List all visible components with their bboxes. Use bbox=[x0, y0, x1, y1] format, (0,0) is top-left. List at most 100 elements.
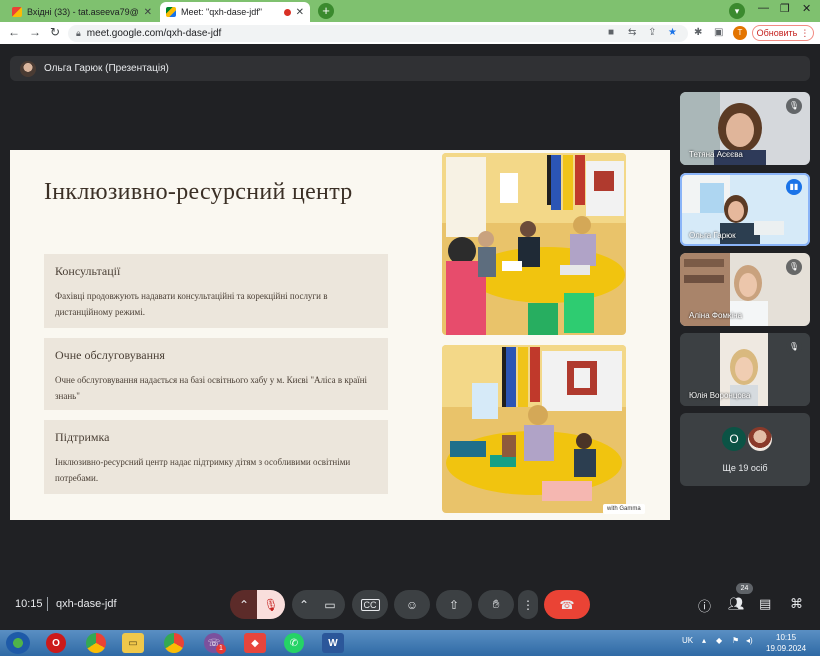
classroom-photo-1 bbox=[442, 153, 626, 335]
card-consultations: Консультації Фахівці продовжують надават… bbox=[44, 254, 388, 328]
video-options-button[interactable]: ⌃ bbox=[292, 590, 316, 619]
participant-tile[interactable]: 🎙︎ Тетяна Асєєва bbox=[680, 92, 810, 165]
camera-icon: ▭ bbox=[324, 597, 336, 612]
participant-name: Ольга Гарюк bbox=[689, 231, 736, 240]
share-icon[interactable]: ⇪ bbox=[648, 27, 656, 38]
mic-off-icon: 🎙︎ bbox=[786, 259, 802, 275]
maximize-icon[interactable]: ❐ bbox=[780, 2, 790, 15]
update-button[interactable]: Обновить ⋮ bbox=[752, 25, 814, 41]
more-options-button[interactable]: ⋮ bbox=[518, 590, 538, 619]
close-window-icon[interactable]: ✕ bbox=[802, 2, 811, 15]
close-tab-icon[interactable]: ✕ bbox=[144, 7, 152, 18]
tab-gmail[interactable]: Вхідні (33) - tat.aseeva79@gmail... ✕ bbox=[6, 2, 158, 22]
chevron-up-icon: ⌃ bbox=[238, 597, 250, 612]
browser-tab-strip: Вхідні (33) - tat.aseeva79@gmail... ✕ Me… bbox=[0, 0, 820, 22]
card-in-person: Очне обслуговування Очне обслуговування … bbox=[44, 338, 388, 410]
captions-button[interactable]: CC bbox=[352, 590, 388, 619]
chrome-icon[interactable] bbox=[164, 633, 184, 653]
participant-tile[interactable]: 🎙︎ Юлія Воронцова bbox=[680, 333, 810, 406]
card-heading: Підтримка bbox=[55, 430, 110, 444]
network-icon[interactable]: ◆ bbox=[716, 636, 722, 645]
close-tab-icon[interactable]: ✕ bbox=[296, 7, 304, 18]
url-field[interactable]: 🔒︎ meet.google.com/qxh-dase-jdf bbox=[68, 25, 688, 42]
chat-icon[interactable]: ▤ bbox=[759, 596, 771, 612]
activities-icon[interactable]: ⌘ bbox=[790, 596, 803, 612]
language-indicator[interactable]: UK bbox=[682, 636, 693, 645]
mic-off-icon: 🎙︎ bbox=[786, 98, 802, 114]
microphone-toggle-button[interactable]: 🎙︎ bbox=[257, 590, 285, 619]
slide-title: Інклюзивно-ресурсний центр bbox=[44, 179, 353, 205]
tab-meet[interactable]: Meet: "qxh-dase-jdf" ✕ bbox=[160, 2, 310, 22]
update-label: Обновить bbox=[756, 28, 798, 38]
reload-icon[interactable]: ↻ bbox=[50, 25, 60, 39]
word-icon[interactable]: W bbox=[322, 633, 344, 653]
chevron-up-icon: ⌃ bbox=[298, 597, 310, 612]
people-icon[interactable]: 👥︎ bbox=[728, 596, 745, 612]
back-icon[interactable]: ← bbox=[8, 25, 20, 39]
more-participants-tile[interactable]: О Ще 19 осіб bbox=[680, 413, 810, 486]
address-bar: ← → ↻ 🔒︎ meet.google.com/qxh-dase-jdf ■ … bbox=[0, 22, 820, 44]
whatsapp-icon[interactable]: ✆ bbox=[284, 633, 304, 653]
captions-icon: CC bbox=[360, 598, 380, 611]
raise-hand-button[interactable]: ✋︎ bbox=[478, 590, 514, 619]
recording-icon bbox=[283, 8, 291, 16]
participant-name: Аліна Фомкіна bbox=[689, 311, 743, 320]
translate-icon[interactable]: ⇆ bbox=[628, 27, 636, 38]
meeting-details-icon[interactable]: ⓘ bbox=[698, 596, 711, 615]
system-clock[interactable]: 10:15 19.09.2024 bbox=[766, 632, 806, 654]
tab-title: Meet: "qxh-dase-jdf" bbox=[181, 7, 262, 17]
tab-title: Вхідні (33) - tat.aseeva79@gmail... bbox=[27, 7, 139, 17]
file-explorer-icon[interactable]: ▭ bbox=[122, 633, 144, 653]
tab-search-button[interactable]: ▾ bbox=[729, 3, 745, 19]
hand-icon: ✋︎ bbox=[492, 597, 500, 611]
anydesk-icon[interactable]: ◆ bbox=[244, 633, 266, 653]
bookmark-star-icon[interactable]: ★ bbox=[668, 27, 677, 38]
tray-expand-icon[interactable]: ▴ bbox=[702, 636, 706, 645]
forward-icon[interactable]: → bbox=[29, 25, 41, 39]
windows-taskbar: O ▭ ☏ 1 ◆ ✆ W UK ▴ ◆ ⚑ ◂) 10:15 19.09.20… bbox=[0, 630, 820, 656]
participant-name: Юлія Воронцова bbox=[689, 391, 751, 400]
present-screen-icon: ⇧ bbox=[448, 597, 460, 612]
meet-icon bbox=[166, 7, 176, 17]
leave-call-button[interactable]: ☎︎ bbox=[544, 590, 590, 619]
gmail-icon bbox=[12, 7, 22, 17]
more-avatars: О bbox=[722, 427, 772, 451]
more-menu-icon: ⋮ bbox=[800, 27, 810, 38]
clock-date: 19.09.2024 bbox=[766, 644, 807, 653]
extensions-icon[interactable]: ✱ bbox=[694, 27, 702, 38]
opera-icon[interactable]: O bbox=[46, 633, 66, 653]
mic-off-icon: 🎙︎ bbox=[786, 339, 802, 355]
card-heading: Консультації bbox=[55, 264, 121, 278]
classroom-photo-2 bbox=[442, 345, 626, 513]
new-tab-button[interactable]: + bbox=[318, 3, 334, 19]
emoji-icon: ☺ bbox=[405, 597, 419, 612]
card-support: Підтримка Інклюзивно-ресурсний центр над… bbox=[44, 420, 388, 494]
camera-toggle-button[interactable]: ▭ bbox=[315, 590, 345, 619]
camera-permission-icon[interactable]: ■ bbox=[608, 27, 614, 38]
present-button[interactable]: ⇧ bbox=[436, 590, 472, 619]
presenter-avatar bbox=[20, 60, 36, 77]
mic-off-icon: 🎙︎ bbox=[263, 597, 279, 612]
reactions-button[interactable]: ☺ bbox=[394, 590, 430, 619]
chrome-icon[interactable] bbox=[86, 633, 106, 653]
profile-avatar[interactable]: T bbox=[733, 26, 747, 40]
viber-badge: 1 bbox=[216, 644, 226, 654]
participant-name: Тетяна Асєєва bbox=[689, 150, 743, 159]
meeting-time: 10:15 bbox=[15, 598, 43, 610]
participant-avatar bbox=[748, 427, 772, 451]
end-call-icon: ☎︎ bbox=[559, 597, 575, 612]
gamma-watermark: with Gamma bbox=[603, 504, 645, 514]
more-participants-label: Ще 19 осіб bbox=[722, 463, 768, 473]
card-heading: Очне обслуговування bbox=[55, 348, 165, 362]
side-panel-icon[interactable]: ▣ bbox=[714, 27, 723, 38]
clock-time: 10:15 bbox=[776, 633, 797, 642]
more-vert-icon: ⋮ bbox=[522, 597, 534, 612]
minimize-icon[interactable]: — bbox=[758, 2, 769, 14]
divider bbox=[47, 597, 48, 611]
flag-icon[interactable]: ⚑ bbox=[732, 636, 739, 645]
participant-tile[interactable]: ▮▮ Ольга Гарюк bbox=[680, 173, 810, 246]
audio-options-button[interactable]: ⌃ bbox=[230, 590, 258, 619]
volume-icon[interactable]: ◂) bbox=[746, 636, 753, 645]
participant-tile[interactable]: 🎙︎ Аліна Фомкіна bbox=[680, 253, 810, 326]
start-button[interactable] bbox=[6, 632, 30, 654]
